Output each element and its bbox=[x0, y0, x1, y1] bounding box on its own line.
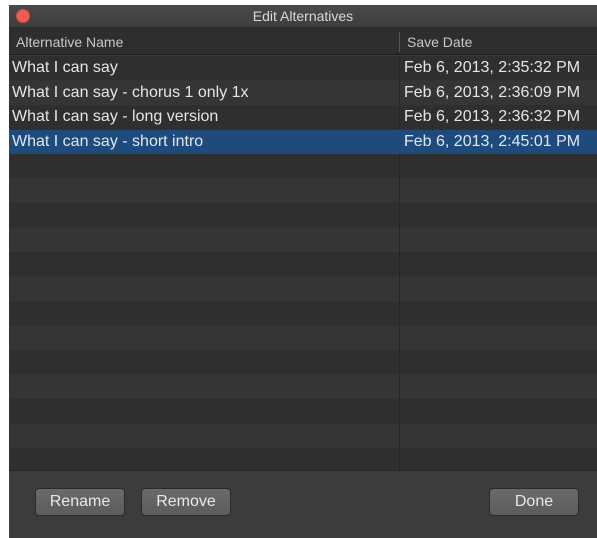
column-header-name[interactable]: Alternative Name bbox=[16, 34, 123, 50]
alternatives-list[interactable]: What I can say Feb 6, 2013, 2:35:32 PM W… bbox=[9, 56, 597, 470]
title-bar: Edit Alternatives bbox=[9, 5, 597, 28]
column-header-date[interactable]: Save Date bbox=[407, 34, 472, 50]
column-divider bbox=[399, 32, 400, 52]
save-date: Feb 6, 2013, 2:45:01 PM bbox=[404, 132, 581, 150]
button-bar: Rename Remove Done bbox=[9, 470, 597, 538]
alternative-name: What I can say - long version bbox=[12, 108, 219, 125]
table-row[interactable]: What I can say Feb 6, 2013, 2:35:32 PM bbox=[9, 56, 597, 81]
table-header: Alternative Name Save Date bbox=[9, 28, 597, 55]
save-date: Feb 6, 2013, 2:36:09 PM bbox=[404, 83, 581, 101]
table-row-selected[interactable]: What I can say - short intro Feb 6, 2013… bbox=[9, 129, 597, 154]
save-date: Feb 6, 2013, 2:36:32 PM bbox=[404, 108, 581, 125]
done-button[interactable]: Done bbox=[489, 488, 579, 516]
window-title: Edit Alternatives bbox=[252, 8, 354, 24]
alternative-name: What I can say - short intro bbox=[12, 132, 204, 150]
rename-button[interactable]: Rename bbox=[35, 488, 125, 516]
table-row[interactable]: What I can say - chorus 1 only 1x Feb 6,… bbox=[9, 81, 597, 106]
save-date: Feb 6, 2013, 2:35:32 PM bbox=[404, 59, 581, 76]
table-row[interactable]: What I can say - long version Feb 6, 201… bbox=[9, 105, 597, 130]
alternative-name: What I can say - chorus 1 only 1x bbox=[12, 83, 249, 101]
alternative-name: What I can say bbox=[12, 59, 118, 76]
remove-button[interactable]: Remove bbox=[141, 488, 231, 516]
edit-alternatives-window: Edit Alternatives Alternative Name Save … bbox=[9, 5, 597, 538]
